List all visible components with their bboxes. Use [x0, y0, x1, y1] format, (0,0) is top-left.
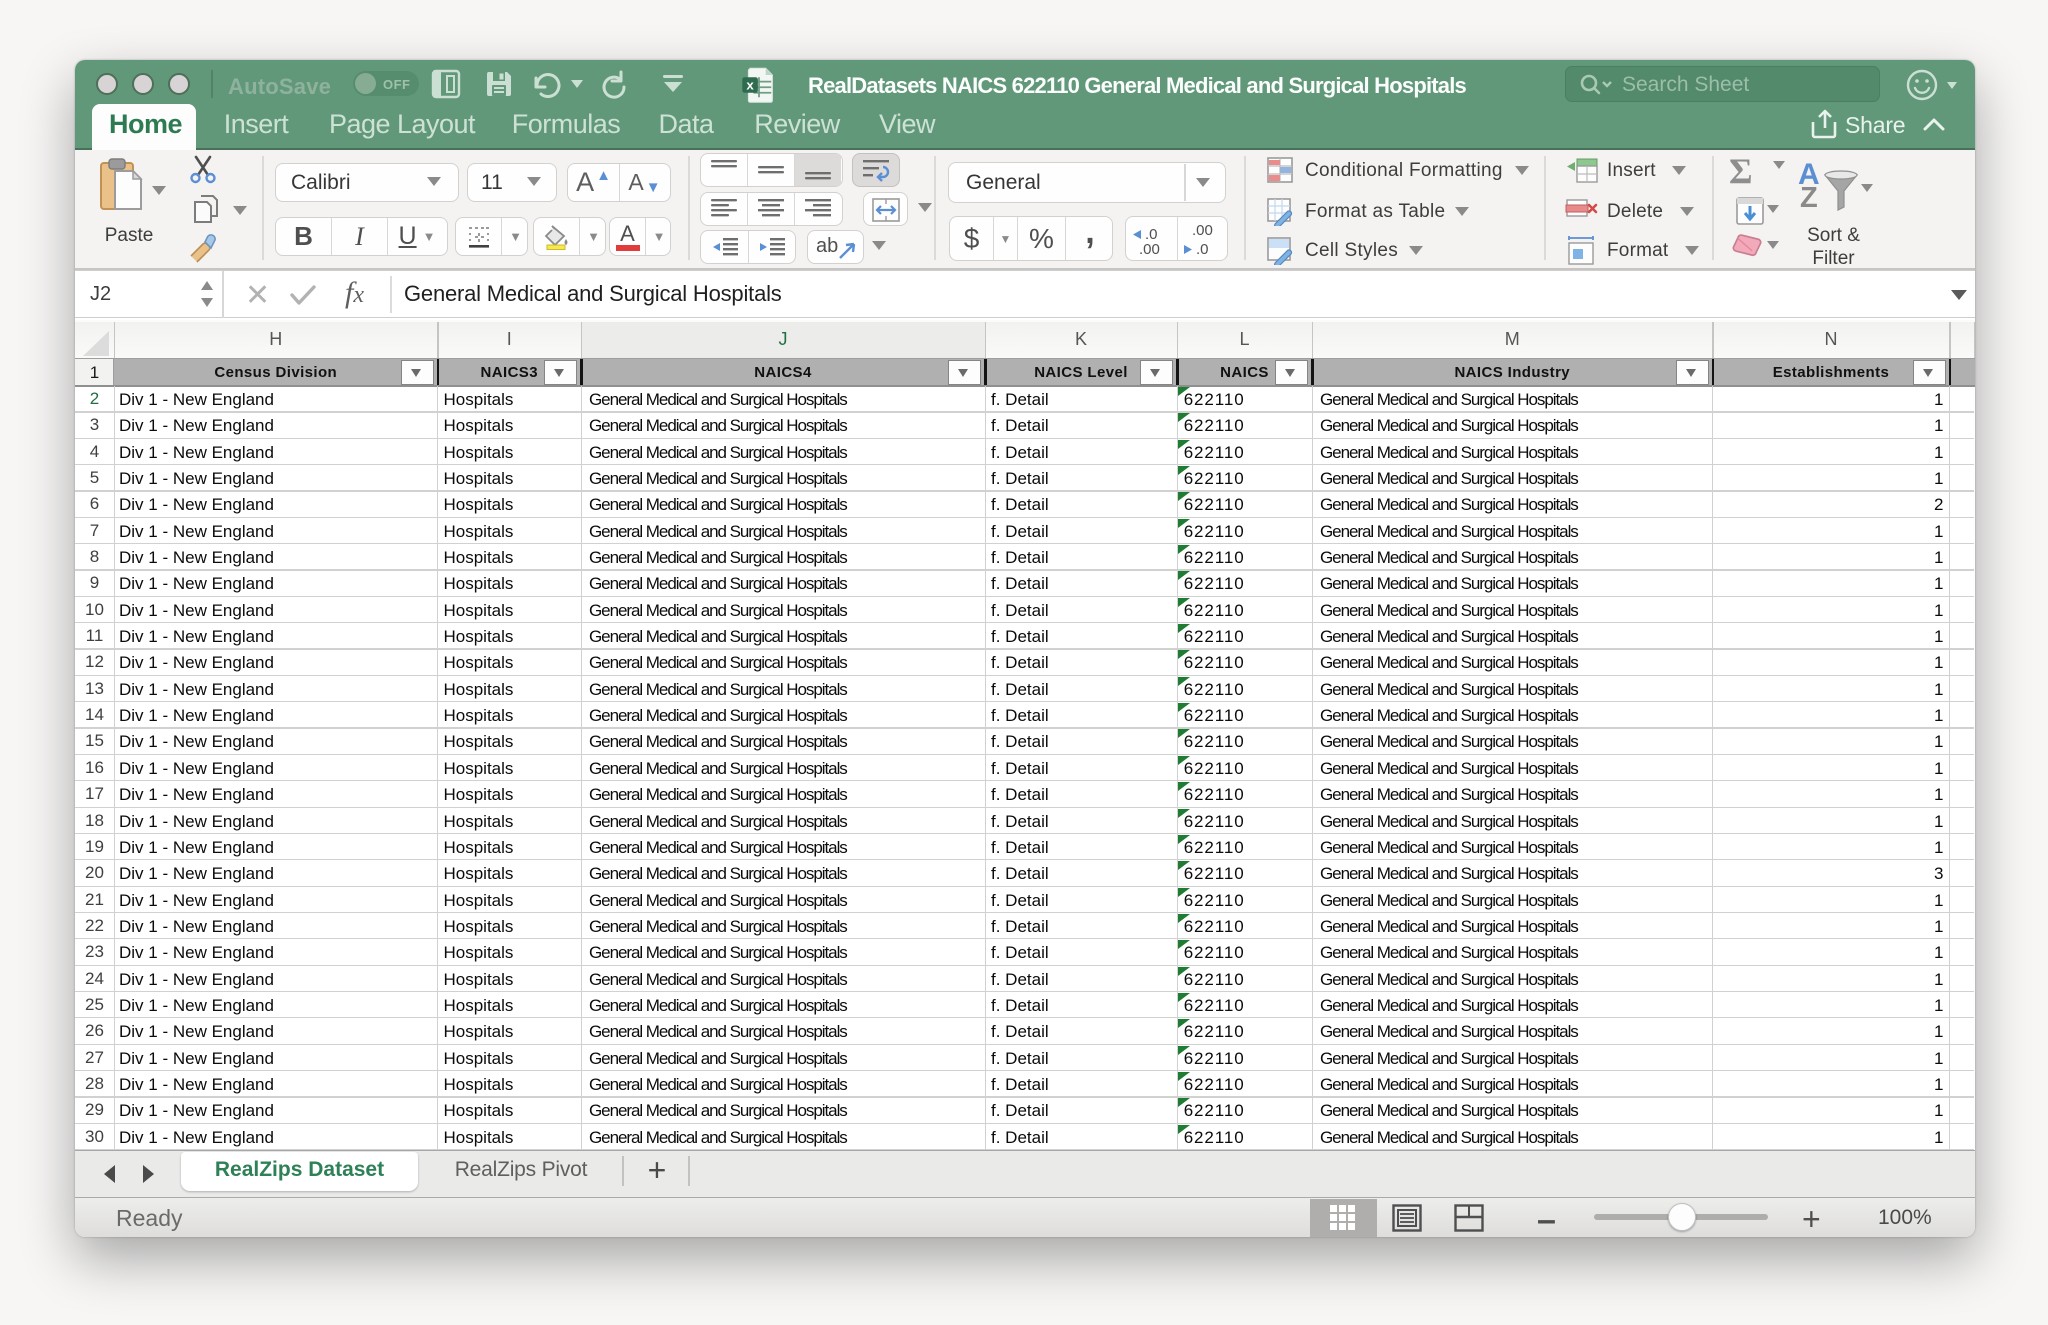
- svg-text:.00: .00: [1139, 241, 1160, 257]
- svg-text:.0: .0: [1196, 241, 1209, 257]
- svg-text:.00: .00: [1192, 222, 1213, 239]
- svg-text:ab: ab: [816, 235, 838, 257]
- svg-text:x: x: [746, 77, 754, 92]
